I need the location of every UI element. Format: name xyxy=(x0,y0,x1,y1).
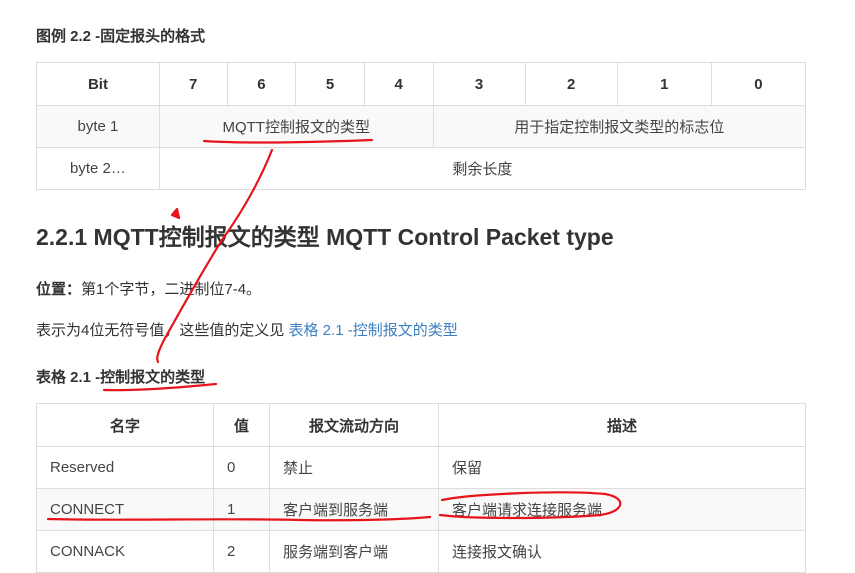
col-name: 名字 xyxy=(36,403,214,447)
row-value: 2 xyxy=(213,530,270,573)
row-description: 客户端请求连接服务端 xyxy=(438,488,806,531)
bit-2: 2 xyxy=(524,62,618,106)
table-row: Reserved 0 禁止 保留 xyxy=(36,446,806,489)
remaining-length-field: 剩余长度 xyxy=(158,147,807,190)
byte1-label: byte 1 xyxy=(36,105,160,148)
flags-field: 用于指定控制报文类型的标志位 xyxy=(432,105,807,148)
bit-1: 1 xyxy=(616,62,712,106)
packet-type-table: 名字 值 报文流动方向 描述 Reserved 0 禁止 保留 CONNECT … xyxy=(36,403,806,573)
row-value: 1 xyxy=(213,488,270,531)
bit-header-label: Bit xyxy=(36,62,160,106)
byte2-label: byte 2… xyxy=(36,147,160,190)
position-text: 第1个字节，二进制位7-4。 xyxy=(81,281,262,298)
byte2-row: byte 2… 剩余长度 xyxy=(36,147,807,190)
bit-header-row: Bit 7 6 5 4 3 2 1 0 xyxy=(36,62,807,106)
position-paragraph: 位置：第1个字节，二进制位7-4。 xyxy=(36,278,261,299)
row-name: CONNECT xyxy=(36,488,214,531)
table-reference-link[interactable]: 表格 2.1 -控制报文的类型 xyxy=(289,322,458,339)
packet-type-header-row: 名字 值 报文流动方向 描述 xyxy=(36,403,806,447)
row-direction: 客户端到服务端 xyxy=(269,488,439,531)
bit-4: 4 xyxy=(363,62,434,106)
row-direction: 服务端到客户端 xyxy=(269,530,439,573)
description-text: 表示为4位无符号值，这些值的定义见 xyxy=(36,322,289,339)
bit-3: 3 xyxy=(432,62,526,106)
figure-caption: 图例 2.2 -固定报头的格式 xyxy=(36,28,206,45)
packet-type-field: MQTT控制报文的类型 xyxy=(158,105,434,148)
col-direction: 报文流动方向 xyxy=(269,403,439,447)
bit-6: 6 xyxy=(226,62,297,106)
row-direction: 禁止 xyxy=(269,446,439,489)
bit-7: 7 xyxy=(158,62,228,106)
table-row: CONNECT 1 客户端到服务端 客户端请求连接服务端 xyxy=(36,488,806,531)
arrow-mark xyxy=(170,207,181,220)
byte1-row: byte 1 MQTT控制报文的类型 用于指定控制报文类型的标志位 xyxy=(36,105,807,148)
row-name: Reserved xyxy=(36,446,214,489)
col-description: 描述 xyxy=(438,403,806,447)
position-label: 位置： xyxy=(36,281,82,298)
table-caption: 表格 2.1 -控制报文的类型 xyxy=(36,369,206,386)
row-description: 保留 xyxy=(438,446,806,489)
row-value: 0 xyxy=(213,446,270,489)
row-name: CONNACK xyxy=(36,530,214,573)
table-row: CONNACK 2 服务端到客户端 连接报文确认 xyxy=(36,530,806,573)
section-heading: 2.2.1 MQTT控制报文的类型 MQTT Control Packet ty… xyxy=(36,224,614,250)
bit-0: 0 xyxy=(710,62,807,106)
col-value: 值 xyxy=(213,403,270,447)
fixed-header-table: Bit 7 6 5 4 3 2 1 0 byte 1 MQTT控制报文的类型 用… xyxy=(36,62,807,190)
bit-5: 5 xyxy=(295,62,365,106)
row-description: 连接报文确认 xyxy=(438,530,806,573)
description-paragraph: 表示为4位无符号值，这些值的定义见 表格 2.1 -控制报文的类型 xyxy=(36,319,458,340)
